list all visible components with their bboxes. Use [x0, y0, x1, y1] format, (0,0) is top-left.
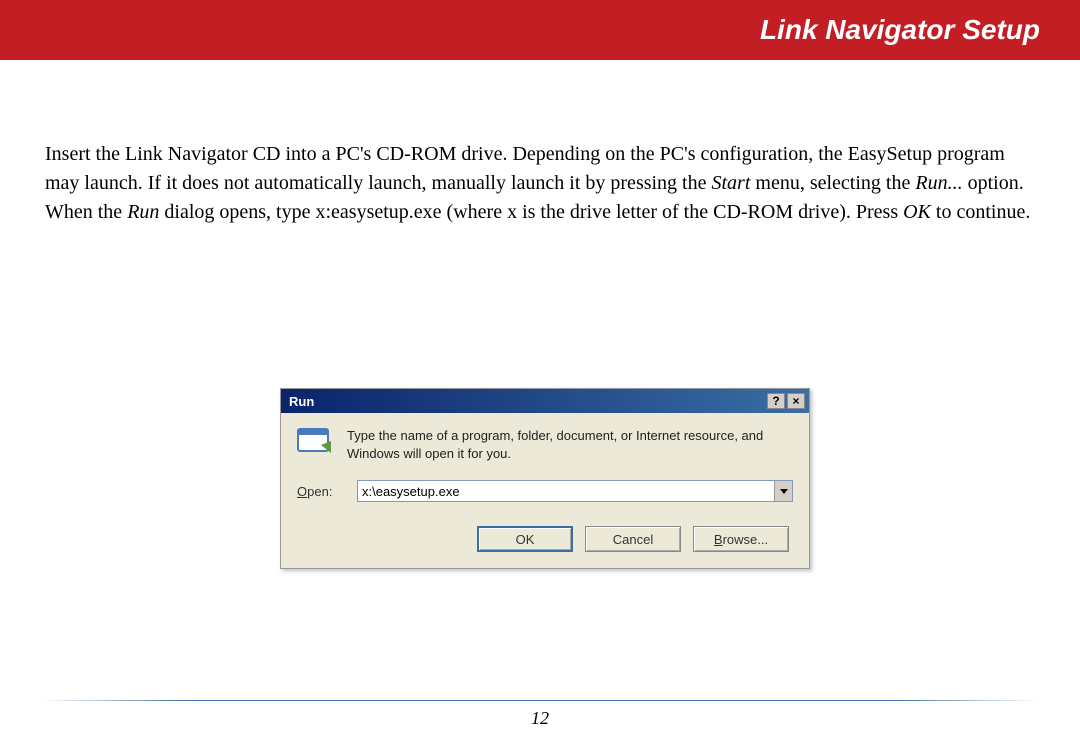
cancel-button[interactable]: Cancel	[585, 526, 681, 552]
ok-button[interactable]: OK	[477, 526, 573, 552]
browse-u: B	[714, 532, 723, 547]
dialog-description: Type the name of a program, folder, docu…	[347, 427, 793, 462]
page-number: 12	[0, 708, 1080, 729]
help-button[interactable]: ?	[767, 393, 785, 409]
dialog-titlebar: Run ? ×	[281, 389, 809, 413]
browse-button[interactable]: Browse...	[693, 526, 789, 552]
titlebar-buttons: ? ×	[767, 393, 805, 409]
cancel-label: Cancel	[613, 532, 653, 547]
open-label-rest: pen:	[307, 484, 332, 499]
para-run-ital: Run...	[915, 172, 962, 194]
dialog-button-row: OK Cancel Browse...	[297, 526, 793, 552]
para-ok-ital: OK	[903, 201, 931, 223]
close-icon: ×	[792, 395, 799, 407]
dropdown-arrow[interactable]	[774, 481, 792, 501]
open-label-u: O	[297, 484, 307, 499]
chevron-down-icon	[780, 489, 788, 494]
para-text-4: dialog opens, type x:easysetup.exe (wher…	[159, 201, 903, 223]
run-program-icon	[297, 427, 333, 457]
ok-label: OK	[516, 532, 535, 547]
page-title: Link Navigator Setup	[760, 14, 1040, 46]
open-row: Open:	[297, 480, 793, 502]
browse-rest: rowse...	[723, 532, 769, 547]
run-dialog-screenshot: Run ? × Type the name of a program, fold…	[280, 388, 810, 569]
help-icon: ?	[772, 395, 779, 407]
para-text-5: to continue.	[931, 201, 1030, 223]
open-label: Open:	[297, 484, 345, 499]
header-bar: Link Navigator Setup	[0, 0, 1080, 60]
dialog-body: Type the name of a program, folder, docu…	[281, 413, 809, 568]
open-combobox[interactable]	[357, 480, 793, 502]
dialog-top-row: Type the name of a program, folder, docu…	[297, 427, 793, 462]
open-input[interactable]	[358, 481, 774, 501]
para-run2-ital: Run	[127, 201, 159, 223]
run-dialog: Run ? × Type the name of a program, fold…	[280, 388, 810, 569]
para-text-2: menu, selecting the	[750, 172, 915, 194]
para-start-ital: Start	[712, 172, 751, 194]
dialog-title: Run	[289, 394, 314, 409]
footer-divider	[40, 700, 1040, 701]
close-button[interactable]: ×	[787, 393, 805, 409]
instruction-paragraph: Insert the Link Navigator CD into a PC's…	[0, 60, 1080, 227]
